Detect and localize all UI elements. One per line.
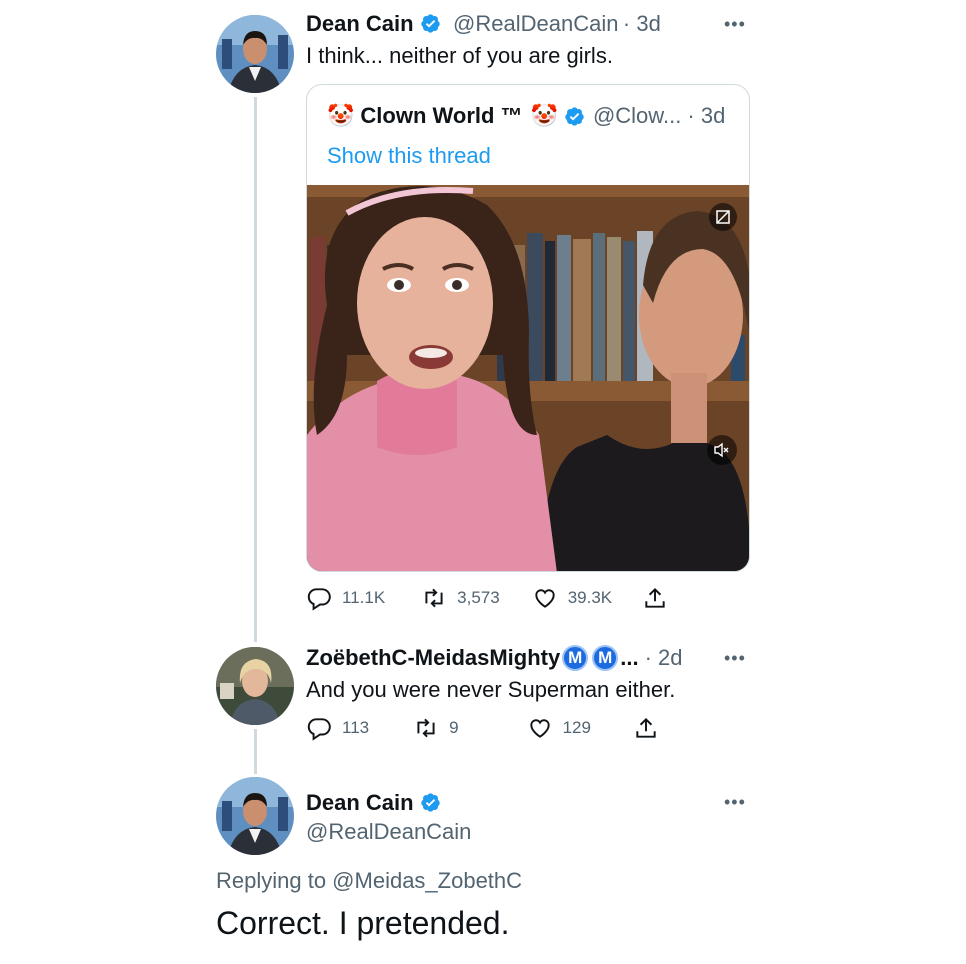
embedded-video[interactable] bbox=[307, 185, 749, 571]
mute-icon[interactable] bbox=[707, 435, 737, 465]
tweet1-text: I think... neither of you are girls. bbox=[306, 43, 613, 68]
retweet-button[interactable]: 9 bbox=[413, 715, 459, 741]
meidas-badge-icon: M bbox=[592, 645, 619, 671]
tweet2-timestamp[interactable]: · 2d bbox=[645, 645, 683, 671]
like-count: 39.3K bbox=[567, 588, 613, 607]
tweet1-header: Dean Cain @RealDeanCain · 3d bbox=[306, 11, 661, 37]
sensitive-content-icon[interactable] bbox=[709, 203, 737, 231]
tweet1-handle[interactable]: @RealDeanCain bbox=[453, 11, 618, 36]
verified-icon bbox=[420, 14, 440, 33]
like-button[interactable]: 39.3K bbox=[532, 585, 612, 611]
verified-icon bbox=[420, 793, 440, 812]
avatar-dean-cain[interactable] bbox=[216, 777, 294, 855]
show-thread-link[interactable]: Show this thread bbox=[327, 143, 491, 169]
thread-line bbox=[254, 97, 257, 642]
meidas-badge-icon: M bbox=[562, 645, 589, 671]
tweet2-text: And you were never Superman either. bbox=[306, 677, 676, 702]
reply-button[interactable]: 113 bbox=[306, 715, 369, 741]
tweet2-actions: 113 9 129 bbox=[306, 715, 659, 741]
tweet1-actions: 11.1K 3,573 39.3K bbox=[306, 585, 668, 611]
replying-to-label[interactable]: Replying to @Meidas_ZobethC bbox=[216, 868, 522, 894]
avatar-dean-cain[interactable] bbox=[216, 15, 294, 93]
verified-icon bbox=[565, 106, 584, 126]
retweet-icon bbox=[417, 718, 435, 738]
thread-line bbox=[254, 729, 257, 774]
quoted-author-handle[interactable]: @Clow... · 3d bbox=[593, 103, 725, 129]
like-count: 129 bbox=[562, 718, 591, 737]
tweet3-handle[interactable]: @RealDeanCain bbox=[306, 819, 471, 845]
tweet1-more-menu[interactable]: ••• bbox=[724, 14, 746, 35]
video-frame-image bbox=[307, 185, 749, 571]
avatar-zoebethc[interactable] bbox=[216, 647, 294, 725]
tweet3-text: Correct. I pretended. bbox=[216, 905, 510, 941]
share-icon bbox=[636, 717, 656, 738]
like-icon bbox=[535, 589, 555, 608]
tweet1-author-name[interactable]: Dean Cain bbox=[306, 11, 414, 36]
like-button[interactable]: 129 bbox=[527, 715, 591, 741]
quoted-tweet-card[interactable]: 🤡 Clown World ™ 🤡 @Clow... · 3d Show thi… bbox=[306, 84, 750, 572]
tweet2-more-menu[interactable]: ••• bbox=[724, 648, 746, 669]
tweet2-author-name[interactable]: ZoëbethC-MeidasMighty bbox=[306, 645, 560, 671]
reply-count: 11.1K bbox=[342, 588, 386, 607]
share-icon bbox=[645, 587, 665, 608]
tweet3-author-name[interactable]: Dean Cain bbox=[306, 790, 414, 815]
retweet-count: 9 bbox=[449, 718, 459, 737]
quoted-tweet-header: 🤡 Clown World ™ 🤡 @Clow... · 3d bbox=[327, 103, 725, 129]
retweet-button[interactable]: 3,573 bbox=[421, 585, 500, 611]
tweet3-header: Dean Cain bbox=[306, 790, 441, 816]
share-button[interactable] bbox=[642, 585, 668, 611]
retweet-icon bbox=[425, 588, 443, 608]
retweet-count: 3,573 bbox=[457, 588, 500, 607]
clown-avatar-icon[interactable]: 🤡 bbox=[327, 103, 354, 129]
share-button[interactable] bbox=[633, 715, 659, 741]
tweet3-more-menu[interactable]: ••• bbox=[724, 792, 746, 813]
reply-icon bbox=[307, 718, 331, 741]
name-truncation: ... bbox=[620, 645, 639, 670]
clown-emoji-icon: 🤡 bbox=[530, 103, 558, 128]
reply-icon bbox=[307, 588, 331, 611]
tweet1-timestamp[interactable]: · 3d bbox=[623, 11, 661, 36]
quoted-author-name[interactable]: Clown World ™ bbox=[360, 103, 522, 129]
like-icon bbox=[529, 719, 550, 738]
reply-button[interactable]: 11.1K bbox=[306, 585, 385, 611]
reply-count: 113 bbox=[342, 718, 370, 737]
tweet2-header: ZoëbethC-MeidasMighty M M ... · 2d bbox=[306, 645, 683, 671]
